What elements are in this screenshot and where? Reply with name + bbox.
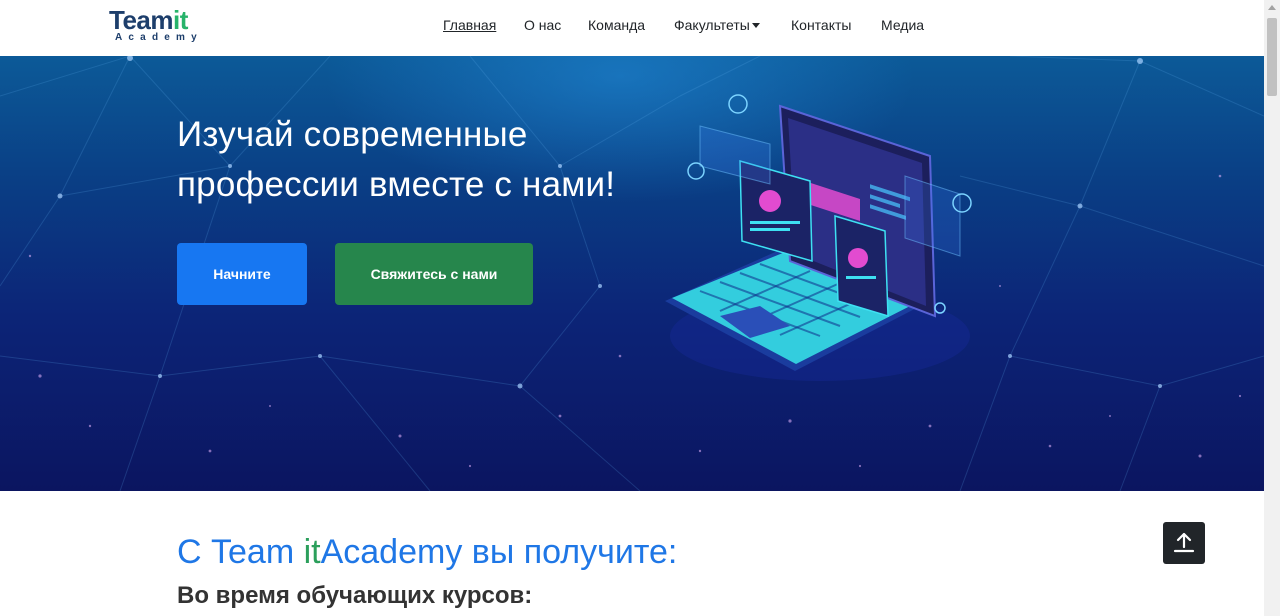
nav-link-about[interactable]: О нас (524, 16, 561, 34)
scrollbar[interactable] (1264, 0, 1280, 616)
benefits-section: С Team itAcademy вы получите: Во время о… (0, 491, 1264, 616)
benefits-title-prefix: С Team (177, 533, 304, 571)
logo[interactable]: Teamit Academy (109, 5, 209, 45)
scrollbar-thumb[interactable] (1267, 18, 1277, 96)
benefits-title: С Team itAcademy вы получите: (177, 531, 677, 573)
logo-wordmark: Teamit (109, 5, 188, 35)
benefits-title-it: it (303, 533, 321, 571)
scroll-to-top-button[interactable] (1163, 522, 1205, 564)
logo-team-text: Team (109, 5, 174, 35)
nav-link-team[interactable]: Команда (588, 16, 645, 34)
nav-link-media[interactable]: Медиа (881, 16, 924, 34)
hero-banner: Изучай современные профессии вместе с на… (0, 56, 1264, 491)
laptop-illustration (665, 94, 972, 381)
start-button[interactable]: Начните (177, 243, 307, 305)
nav-link-home[interactable]: Главная (443, 16, 496, 34)
scroll-up-arrow-icon[interactable] (1268, 5, 1276, 10)
logo-it-text: it (173, 5, 188, 35)
nav-link-contacts[interactable]: Контакты (791, 16, 851, 34)
page: Teamit Academy Главная О нас Команда Фак… (0, 0, 1264, 616)
hero-title: Изучай современные профессии вместе с на… (177, 115, 616, 204)
contact-us-button[interactable]: Свяжитесь с нами (335, 243, 533, 305)
nav-link-faculties-label: Факультеты (674, 17, 750, 33)
benefits-subtitle: Во время обучающих курсов: (177, 582, 533, 609)
nav-link-faculties[interactable]: Факультеты (674, 16, 760, 34)
navbar: Teamit Academy Главная О нас Команда Фак… (0, 0, 1264, 56)
arrow-up-to-line-icon (1173, 532, 1195, 553)
benefits-title-suffix: Academy вы получите: (320, 533, 678, 571)
logo-academy-text: Academy (115, 32, 203, 43)
caret-down-icon (751, 23, 760, 28)
